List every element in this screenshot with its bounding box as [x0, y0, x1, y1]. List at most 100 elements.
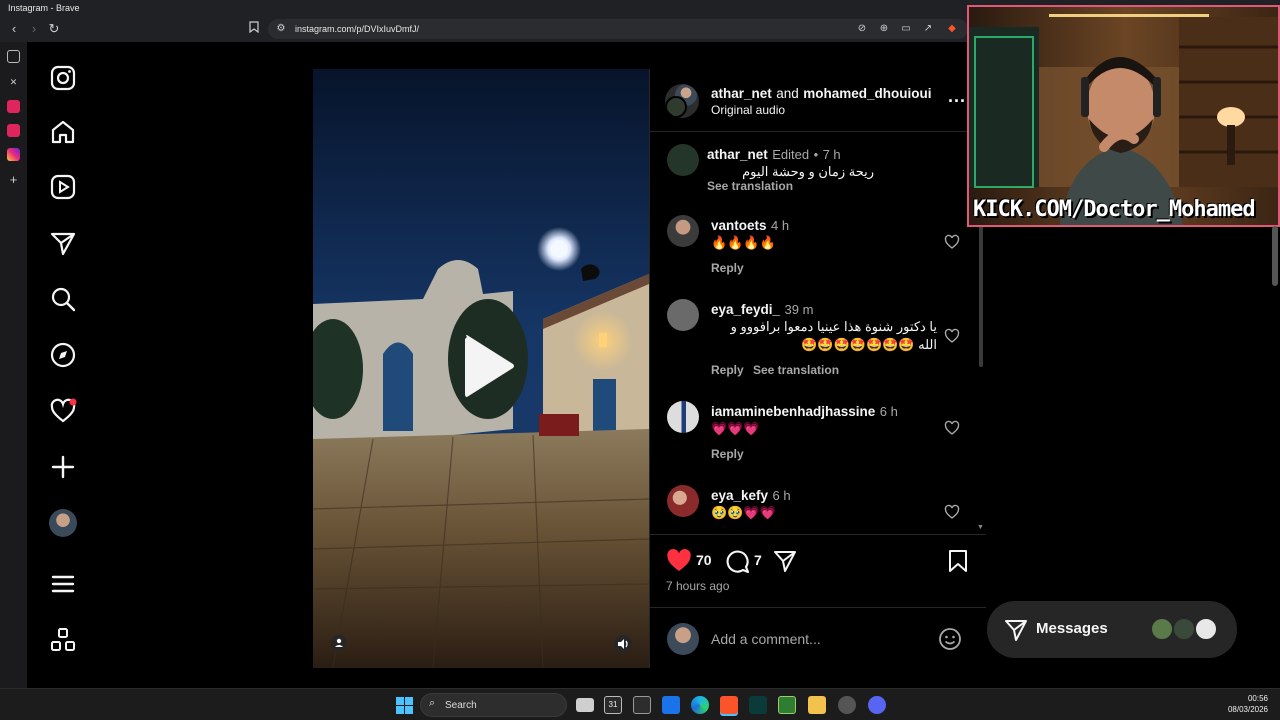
home-icon[interactable]	[49, 118, 77, 146]
search-icon[interactable]	[49, 285, 77, 313]
comment-avatar[interactable]	[667, 299, 699, 331]
file-explorer-icon[interactable]	[808, 696, 826, 714]
edge-icon[interactable]	[691, 696, 709, 714]
scroll-down-icon[interactable]: ▼	[977, 524, 984, 531]
caption-username[interactable]: athar_net	[707, 147, 768, 162]
comment-text: يا دكتور شنوة هذا عينيا دمعوا برافووو و	[730, 319, 937, 334]
create-icon[interactable]	[49, 453, 77, 481]
coauthor-username[interactable]: mohamed_dhouioui	[803, 86, 931, 101]
bookmark-icon[interactable]	[246, 21, 262, 37]
comment-header: eya_kefy 6 h	[711, 487, 791, 505]
reply-button[interactable]: Reply	[711, 363, 744, 377]
forward-icon[interactable]: ›	[26, 21, 42, 37]
comment-box-divider	[650, 607, 986, 608]
post-authors: athar_net and mohamed_dhouioui	[711, 85, 931, 103]
author-username[interactable]: athar_net	[711, 86, 772, 101]
likes-count[interactable]: 70	[696, 552, 712, 568]
reload-icon[interactable]: ↻	[46, 21, 62, 37]
menu-icon[interactable]	[49, 570, 77, 598]
comment-avatar[interactable]	[667, 401, 699, 433]
like-comment-icon[interactable]	[944, 420, 960, 436]
reel-video[interactable]	[313, 69, 649, 668]
brave-shields-icon[interactable]: ◆	[944, 21, 960, 37]
caption-text: ريحة زمان و وحشة اليوم	[742, 164, 874, 179]
caption-see-translation[interactable]: See translation	[707, 179, 793, 193]
message-avatar	[1150, 617, 1174, 641]
clock-time[interactable]: 00:56	[1236, 694, 1268, 703]
explore-icon[interactable]	[49, 341, 77, 369]
my-avatar[interactable]	[667, 623, 699, 655]
messages-label: Messages	[1036, 620, 1108, 637]
notifications-heart-icon[interactable]	[49, 397, 77, 425]
more-apps-icon[interactable]	[49, 626, 77, 654]
calendar-icon[interactable]: 31	[604, 696, 622, 714]
save-icon[interactable]	[948, 549, 968, 573]
youtube-tab-icon[interactable]	[7, 124, 20, 137]
instagram-tab-icon[interactable]	[7, 148, 20, 161]
comment-username[interactable]: iamaminebenhadjhassine	[711, 404, 875, 419]
more-options-icon[interactable]: ...	[948, 86, 966, 107]
comments-count[interactable]: 7	[754, 552, 762, 568]
add-icon[interactable]: +	[7, 173, 20, 186]
messages-button[interactable]: Messages	[987, 601, 1237, 658]
mute-icon[interactable]: ✕	[7, 76, 20, 89]
emoji-icon[interactable]	[938, 627, 962, 651]
like-comment-icon[interactable]	[944, 504, 960, 520]
camera-blocked-icon[interactable]: ⊘	[854, 21, 870, 37]
clock-date[interactable]: 08/03/2026	[1222, 705, 1268, 714]
liked-heart-icon[interactable]	[666, 549, 692, 573]
add-comment-input[interactable]: Add a comment...	[711, 631, 821, 647]
reply-button[interactable]: Reply	[711, 447, 744, 461]
pycharm-icon[interactable]	[778, 696, 796, 714]
comment-username[interactable]: eya_kefy	[711, 488, 768, 503]
header-divider	[650, 131, 986, 132]
url-text[interactable]: instagram.com/p/DVIxIuvDmfJ/	[295, 19, 419, 39]
youtube-tab-icon[interactable]	[7, 100, 20, 113]
comment-username[interactable]: eya_feydi_	[711, 302, 780, 317]
message-avatar	[1172, 617, 1196, 641]
task-view-icon[interactable]	[576, 698, 594, 712]
brave-icon[interactable]	[720, 696, 738, 714]
comment-text: 🥹🥹💗💗	[711, 505, 776, 520]
comment-text: الله 🤩🤩🤩🤩🤩🤩🤩	[801, 337, 937, 352]
share-icon[interactable]: ↗	[920, 21, 936, 37]
comment-username[interactable]: vantoets	[711, 218, 767, 233]
sidebar-toggle-icon[interactable]	[7, 50, 20, 63]
share-icon[interactable]	[773, 549, 797, 573]
caption-avatar[interactable]	[667, 144, 699, 176]
comment-icon[interactable]	[724, 548, 750, 574]
comment-avatar[interactable]	[667, 215, 699, 247]
outlook-icon[interactable]	[662, 696, 680, 714]
page-scrollbar[interactable]	[1272, 226, 1278, 286]
cast-icon[interactable]: ▭	[898, 21, 914, 37]
back-icon[interactable]: ‹	[6, 21, 22, 37]
reels-icon[interactable]	[49, 173, 77, 201]
zoom-icon[interactable]: ⊕	[876, 21, 892, 37]
tagged-user-icon[interactable]	[331, 635, 347, 651]
play-icon[interactable]	[451, 331, 521, 401]
caption-time: 7 h	[822, 147, 841, 162]
profile-avatar[interactable]	[49, 509, 77, 537]
collab-avatars[interactable]	[665, 84, 699, 118]
taskbar-search[interactable]: ⌕ Search	[420, 693, 567, 717]
app-icon[interactable]	[838, 696, 856, 714]
volume-icon[interactable]	[614, 635, 632, 653]
like-comment-icon[interactable]	[944, 234, 960, 250]
instagram-logo-icon[interactable]	[49, 64, 77, 92]
see-translation-button[interactable]: See translation	[753, 363, 839, 377]
original-audio-link[interactable]: Original audio	[711, 103, 785, 117]
app-icon[interactable]	[749, 696, 767, 714]
comment-avatar[interactable]	[667, 485, 699, 517]
discord-icon[interactable]	[868, 696, 886, 714]
comment-time: 39 m	[784, 302, 814, 317]
streamer-webcam: KICK.COM/Doctor_Mohamed	[967, 5, 1280, 227]
reply-button[interactable]: Reply	[711, 261, 744, 275]
direct-messages-icon[interactable]	[49, 229, 77, 257]
windows-start-icon[interactable]	[396, 697, 413, 714]
taskbar-search-label: Search	[445, 700, 477, 711]
like-comment-icon[interactable]	[944, 328, 960, 344]
site-info-icon[interactable]: ⚙	[273, 21, 289, 37]
comment-header: iamaminebenhadjhassine 6 h	[711, 403, 898, 421]
terminal-icon[interactable]	[633, 696, 651, 714]
address-bar[interactable]: ⚙ instagram.com/p/DVIxIuvDmfJ/ ⊘ ⊕ ▭ ↗ ◆	[268, 19, 968, 39]
